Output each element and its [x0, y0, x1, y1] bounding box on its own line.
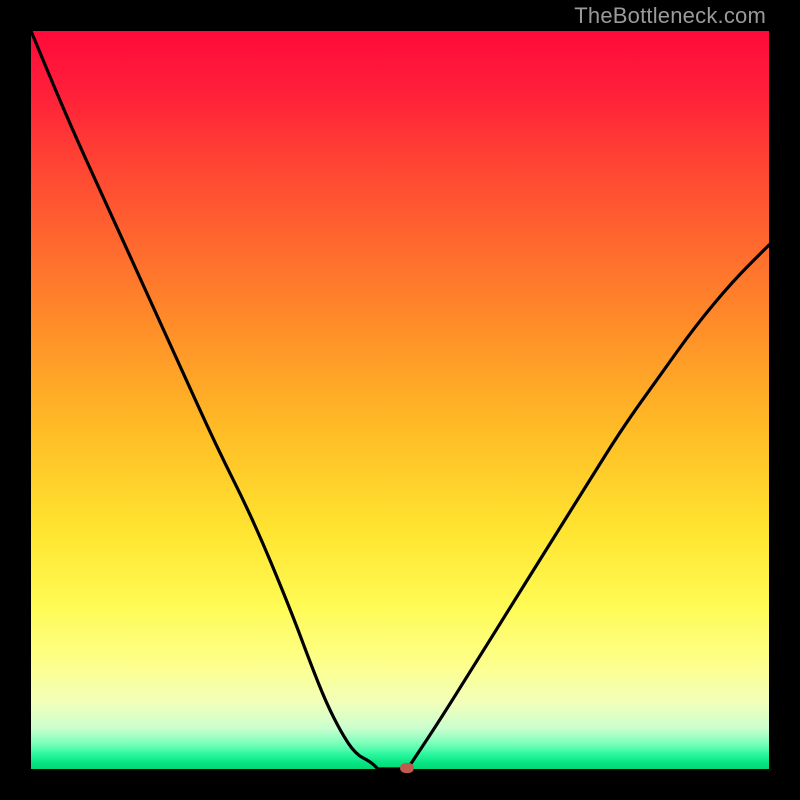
gradient-plot-area — [31, 31, 769, 769]
curve-path — [31, 31, 769, 769]
chart-frame: TheBottleneck.com — [0, 0, 800, 800]
bottleneck-curve — [31, 31, 769, 769]
watermark-text: TheBottleneck.com — [574, 3, 766, 29]
minimum-marker-icon — [400, 763, 414, 773]
